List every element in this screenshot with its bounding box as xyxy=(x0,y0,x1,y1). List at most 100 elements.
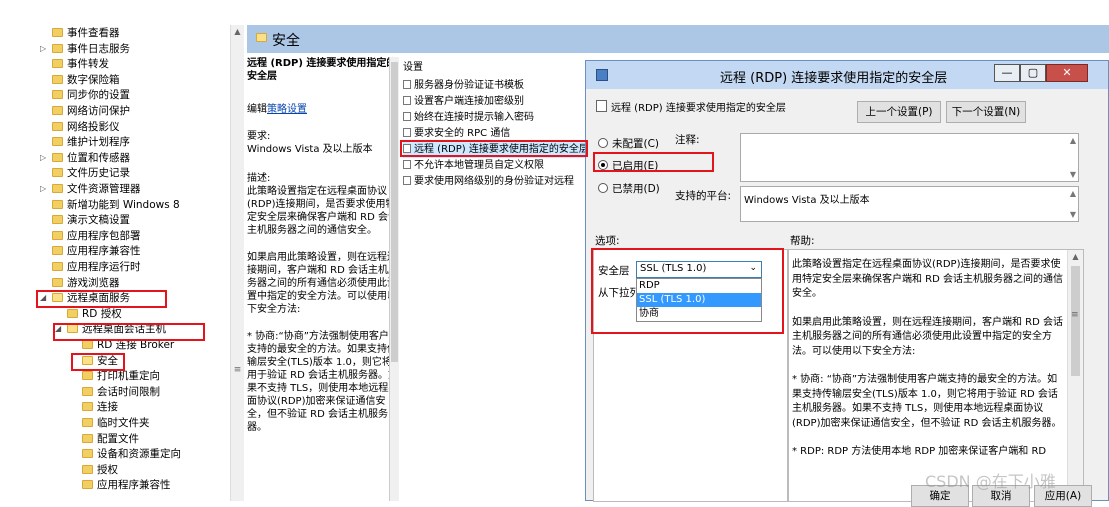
scroll-up-icon[interactable]: ▲ xyxy=(1068,250,1083,264)
edit-policy-line: 编辑策略设置 xyxy=(247,103,399,116)
settings-column-header[interactable]: 设置 xyxy=(403,60,423,76)
help-paragraph-2: 如果启用此策略设置，则在远程连接期间，客户端和 RD 会话主机服务器之间的所有通… xyxy=(792,316,1064,357)
scroll-up-icon[interactable]: ▲ xyxy=(1070,189,1076,198)
scroll-grip-icon[interactable]: ≡ xyxy=(1071,310,1079,320)
setting-row[interactable]: 要求安全的 RPC 通信 xyxy=(403,126,510,142)
radio-enabled[interactable] xyxy=(598,160,608,170)
tree-item[interactable]: 事件查看器 xyxy=(52,26,120,41)
tree-item[interactable]: 远程桌面服务 xyxy=(52,291,130,306)
policy-setting-icon xyxy=(403,128,411,137)
setting-row[interactable]: 服务器身份验证证书模板 xyxy=(403,78,524,94)
tree-item[interactable]: 应用程序兼容性 xyxy=(82,478,171,493)
prev-setting-button[interactable]: 上一个设置(P) xyxy=(857,101,941,123)
radio-not-configured-label[interactable]: 未配置(C) xyxy=(612,136,659,151)
description-scrollbar[interactable] xyxy=(389,57,399,501)
tree-item[interactable]: 配置文件 xyxy=(82,432,139,447)
collapse-arrow-icon[interactable]: ◢ xyxy=(40,293,46,302)
folder-icon xyxy=(52,199,63,209)
tree-item[interactable]: 文件资源管理器 xyxy=(52,182,141,197)
tree-item[interactable]: 事件日志服务 xyxy=(52,42,130,57)
help-panel: 此策略设置指定在远程桌面协议(RDP)连接期间，是否要求使用特定安全层来确保客户… xyxy=(788,249,1084,502)
tree-item-label: 新增功能到 Windows 8 xyxy=(67,198,180,211)
tree-item-label: 网络投影仪 xyxy=(67,120,120,133)
radio-disabled[interactable] xyxy=(598,183,608,193)
dropdown-option[interactable]: SSL (TLS 1.0) xyxy=(637,293,761,307)
dropdown-option[interactable]: RDP xyxy=(637,279,761,293)
radio-not-configured[interactable] xyxy=(598,138,608,148)
folder-icon xyxy=(52,74,63,84)
tree-item-label: 位置和传感器 xyxy=(67,151,130,164)
tree-item[interactable]: 打印机重定向 xyxy=(82,369,160,384)
setting-row[interactable]: 始终在连接时提示输入密码 xyxy=(403,110,534,126)
radio-disabled-label[interactable]: 已禁用(D) xyxy=(612,181,660,196)
chevron-down-icon[interactable]: ⌄ xyxy=(749,263,757,273)
minimize-button[interactable]: — xyxy=(994,64,1020,82)
maximize-button[interactable]: ▢ xyxy=(1020,64,1046,82)
setting-row[interactable]: 不允许本地管理员自定义权限 xyxy=(403,158,544,174)
scroll-up-icon[interactable]: ▲ xyxy=(231,25,244,39)
collapse-arrow-icon[interactable]: ◢ xyxy=(55,324,61,333)
expand-arrow-icon[interactable]: ▷ xyxy=(40,184,46,193)
tree-item[interactable]: 网络访问保护 xyxy=(52,104,130,119)
setting-row[interactable]: 远程 (RDP) 连接要求使用指定的安全层 xyxy=(403,142,587,158)
tree-item[interactable]: 数字保险箱 xyxy=(52,73,120,88)
tree-item-label: 设备和资源重定向 xyxy=(97,448,181,461)
tree-item-label: 应用程序兼容性 xyxy=(97,479,171,492)
expand-arrow-icon[interactable]: ▷ xyxy=(40,44,46,53)
tree-item[interactable]: 临时文件夹 xyxy=(82,416,150,431)
next-setting-button[interactable]: 下一个设置(N) xyxy=(946,101,1026,123)
tree-item-label: RD 授权 xyxy=(82,307,122,320)
folder-icon xyxy=(82,433,93,443)
security-layer-select[interactable]: SSL (TLS 1.0) ⌄ xyxy=(636,261,762,278)
tree-item[interactable]: 同步你的设置 xyxy=(52,88,130,103)
tree-item[interactable]: 连接 xyxy=(82,400,118,415)
folder-icon xyxy=(52,137,63,147)
tree-item[interactable]: 会话时间限制 xyxy=(82,385,160,400)
scroll-up-icon[interactable]: ▲ xyxy=(1070,136,1076,145)
security-layer-dropdown-list[interactable]: RDP SSL (TLS 1.0) 协商 xyxy=(636,278,762,322)
supported-platforms-field: Windows Vista 及以上版本 ▲ ▼ xyxy=(740,186,1079,222)
dropdown-hint: 从下拉列 xyxy=(598,287,640,299)
tree-item[interactable]: RD 授权 xyxy=(67,307,122,322)
tree-item[interactable]: RD 连接 Broker xyxy=(82,338,174,353)
tree-scrollbar[interactable]: ▲ ≡ xyxy=(230,25,244,501)
tree-item[interactable]: 应用程序运行时 xyxy=(52,260,141,275)
requirements-value: Windows Vista 及以上版本 xyxy=(247,144,373,155)
tree-item-label: 数字保险箱 xyxy=(67,73,120,86)
scroll-thumb[interactable] xyxy=(1071,266,1080,376)
scroll-thumb[interactable] xyxy=(391,62,398,362)
expand-arrow-icon[interactable]: ▷ xyxy=(40,153,46,162)
security-layer-label: 安全层 xyxy=(598,265,630,277)
tree-item[interactable]: 事件转发 xyxy=(52,57,109,72)
tree-item[interactable]: 应用程序兼容性 xyxy=(52,244,141,259)
tree-item[interactable]: 网络投影仪 xyxy=(52,120,120,135)
tree-item[interactable]: 游戏浏览器 xyxy=(52,276,120,291)
tree-item-label: 事件查看器 xyxy=(67,27,120,39)
scroll-grip-icon[interactable]: ≡ xyxy=(233,365,242,375)
tree-item[interactable]: 维护计划程序 xyxy=(52,135,130,150)
tree-item[interactable]: 文件历史记录 xyxy=(52,166,130,181)
tree-item[interactable]: 应用程序包部署 xyxy=(52,229,141,244)
edit-policy-link[interactable]: 策略设置 xyxy=(267,104,307,115)
tree-item[interactable]: 安全 xyxy=(82,354,118,369)
folder-icon xyxy=(52,106,63,115)
comment-field[interactable]: ▲ ▼ xyxy=(740,133,1079,182)
tree-item-label: 应用程序运行时 xyxy=(67,261,141,273)
setting-row[interactable]: 设置客户端连接加密级别 xyxy=(403,94,524,110)
tree-item-label: 网络访问保护 xyxy=(67,105,130,117)
scroll-down-icon[interactable]: ▼ xyxy=(1070,170,1076,179)
tree-item[interactable]: 设备和资源重定向 xyxy=(82,447,181,462)
help-scrollbar[interactable]: ▲ ≡ ▼ xyxy=(1067,250,1083,501)
setting-row[interactable]: 要求使用网络级别的身份验证对远程 xyxy=(403,174,574,190)
tree-item[interactable]: 演示文稿设置 xyxy=(52,213,130,228)
tree-item-label: 远程桌面服务 xyxy=(67,292,130,305)
close-button[interactable]: ✕ xyxy=(1046,64,1088,82)
scroll-down-icon[interactable]: ▼ xyxy=(1070,210,1076,219)
description-pane: 远程 (RDP) 连接要求使用指定的安全层 编辑策略设置 要求: Windows… xyxy=(247,57,399,501)
tree-item[interactable]: 授权 xyxy=(82,463,118,478)
tree-item[interactable]: 位置和传感器 xyxy=(52,151,130,166)
dropdown-option[interactable]: 协商 xyxy=(637,307,761,321)
tree-item[interactable]: 远程桌面会话主机 xyxy=(67,322,166,337)
tree-item[interactable]: 新增功能到 Windows 8 xyxy=(52,198,180,213)
radio-enabled-label[interactable]: 已启用(E) xyxy=(612,158,658,173)
